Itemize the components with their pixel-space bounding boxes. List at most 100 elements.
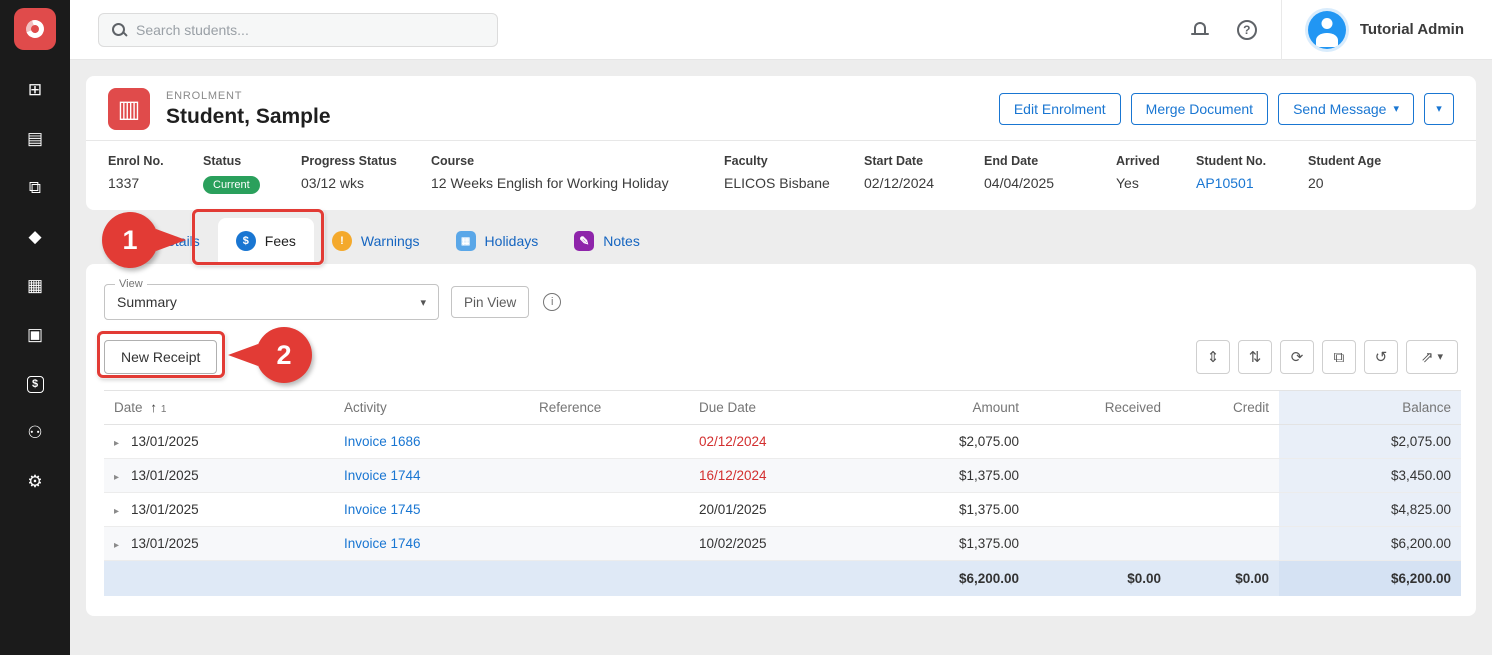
sidebar-item-documents[interactable]: ⧉ <box>0 178 70 198</box>
tab-details[interactable]: ≡ Details <box>110 218 218 264</box>
briefcase-icon: ▣ <box>27 325 43 345</box>
enrolment-actions: Edit Enrolment Merge Document Send Messa… <box>999 93 1454 125</box>
edit-enrolment-label: Edit Enrolment <box>1014 101 1106 117</box>
column-header-reference[interactable]: Reference <box>529 391 689 425</box>
column-header-credit[interactable]: Credit <box>1171 391 1279 425</box>
column-header-date[interactable]: Date ↑ 1 <box>104 391 334 425</box>
invoice-link[interactable]: Invoice 1746 <box>344 536 421 551</box>
merge-document-label: Merge Document <box>1146 101 1253 117</box>
new-receipt-button[interactable]: New Receipt <box>104 340 217 374</box>
table-header-row: Date ↑ 1 Activity Reference Due Date Amo… <box>104 391 1461 425</box>
cell-received <box>1029 493 1171 527</box>
pin-view-button[interactable]: Pin View <box>451 286 529 318</box>
app-logo-tile <box>14 8 56 50</box>
search-icon <box>111 22 127 38</box>
row-expander-icon[interactable]: ▸ <box>114 506 119 517</box>
sidebar-item-students[interactable]: ▤ <box>0 129 70 149</box>
field-value: 04/04/2025 <box>984 175 1116 191</box>
column-header-activity[interactable]: Activity <box>334 391 529 425</box>
tab-holidays[interactable]: ▦ Holidays <box>438 218 557 264</box>
page-title: Student, Sample <box>166 105 331 129</box>
search-box[interactable] <box>98 13 498 47</box>
cell-amount: $2,075.00 <box>859 425 1029 459</box>
column-header-balance[interactable]: Balance <box>1279 391 1461 425</box>
total-received: $0.00 <box>1029 561 1171 597</box>
view-select-value: Summary <box>117 294 420 310</box>
info-icon[interactable]: i <box>543 293 561 311</box>
app-logo[interactable] <box>0 0 70 58</box>
settings-icon: ⚙ <box>27 472 42 492</box>
view-row: View Summary ▾ Pin View i <box>104 284 1458 320</box>
user-name: Tutorial Admin <box>1360 21 1464 38</box>
invoice-link[interactable]: Invoice 1745 <box>344 502 421 517</box>
edit-enrolment-button[interactable]: Edit Enrolment <box>999 93 1121 125</box>
cell-received <box>1029 459 1171 493</box>
invoice-link[interactable]: Invoice 1744 <box>344 468 421 483</box>
expand-icon: ⇕ <box>1207 348 1220 366</box>
invoice-link[interactable]: Invoice 1686 <box>344 434 421 449</box>
cell-amount: $1,375.00 <box>859 459 1029 493</box>
duplicate-button[interactable]: ⧉ <box>1322 340 1356 374</box>
avatar <box>1308 11 1346 49</box>
more-actions-button[interactable]: ▾ <box>1424 93 1454 125</box>
user-menu[interactable]: Tutorial Admin <box>1282 11 1464 49</box>
history-button[interactable]: ↺ <box>1364 340 1398 374</box>
enrolment-tabs: ≡ Details $ Fees ! Warnings ▦ Holidays ✎… <box>110 218 1476 264</box>
view-select[interactable]: View Summary ▾ <box>104 284 439 320</box>
tab-notes[interactable]: ✎ Notes <box>556 218 658 264</box>
sidebar: ⊞ ▤ ⧉ ◆ ▦ ▣ $ ⚇ ⚙ <box>0 0 70 655</box>
cell-credit <box>1171 459 1279 493</box>
row-expander-icon[interactable]: ▸ <box>114 472 119 483</box>
field-label: Enrol No. <box>108 154 203 168</box>
graduation-cap-icon: ◆ <box>28 227 41 247</box>
merge-document-button[interactable]: Merge Document <box>1131 93 1268 125</box>
field-status: Status Current <box>203 154 301 194</box>
export-button[interactable]: ⇗▾ <box>1406 340 1458 374</box>
sidebar-item-finance[interactable]: $ <box>0 374 70 394</box>
column-header-received[interactable]: Received <box>1029 391 1171 425</box>
collapse-all-button[interactable]: ⇅ <box>1238 340 1272 374</box>
help-button[interactable]: ? <box>1237 20 1257 40</box>
sidebar-item-community[interactable]: ⚇ <box>0 423 70 443</box>
row-expander-icon[interactable]: ▸ <box>114 540 119 551</box>
field-progress-status: Progress Status 03/12 wks <box>301 154 431 194</box>
expand-all-button[interactable]: ⇕ <box>1196 340 1230 374</box>
fees-dollar-icon: $ <box>236 231 256 251</box>
enrolment-header-card: ▥ ENROLMENT Student, Sample Edit Enrolme… <box>86 76 1476 210</box>
totals-row: $6,200.00 $0.00 $0.00 $6,200.00 <box>104 561 1461 597</box>
totals-spacer <box>104 561 859 597</box>
students-icon: ▤ <box>27 129 43 149</box>
cell-reference <box>529 493 689 527</box>
tab-fees[interactable]: $ Fees <box>218 218 314 264</box>
send-message-button[interactable]: Send Message▾ <box>1278 93 1414 125</box>
cell-balance: $2,075.00 <box>1279 425 1461 459</box>
student-no-link[interactable]: AP10501 <box>1196 175 1254 191</box>
table-row: ▸13/01/2025 Invoice 1745 20/01/2025 $1,3… <box>104 493 1461 527</box>
refresh-button[interactable]: ⟳ <box>1280 340 1314 374</box>
column-header-due-date[interactable]: Due Date <box>689 391 859 425</box>
enrolment-icon-glyph: ▥ <box>118 95 141 124</box>
cell-received <box>1029 425 1171 459</box>
row-expander-icon[interactable]: ▸ <box>114 438 119 449</box>
field-value: 02/12/2024 <box>864 175 984 191</box>
sort-asc-icon: ↑ <box>150 400 157 415</box>
sidebar-item-dashboard[interactable]: ⊞ <box>0 80 70 100</box>
field-course: Course 12 Weeks English for Working Holi… <box>431 154 724 194</box>
cell-date: 13/01/2025 <box>131 468 199 483</box>
cell-date: 13/01/2025 <box>131 434 199 449</box>
field-value: Yes <box>1116 175 1196 191</box>
search-input[interactable] <box>136 22 485 38</box>
chevron-down-icon: ▾ <box>1436 104 1442 115</box>
tab-details-label: Details <box>157 233 200 249</box>
sidebar-item-staff[interactable]: ▣ <box>0 325 70 345</box>
field-faculty: Faculty ELICOS Bisbane <box>724 154 864 194</box>
sidebar-item-courses[interactable]: ◆ <box>0 227 70 247</box>
column-label: Date <box>114 400 143 415</box>
chevron-down-icon: ▾ <box>1393 104 1399 115</box>
app-logo-icon <box>23 17 47 41</box>
tab-warnings[interactable]: ! Warnings <box>314 218 438 264</box>
column-header-amount[interactable]: Amount <box>859 391 1029 425</box>
notifications-button[interactable] <box>1191 21 1209 38</box>
sidebar-item-settings[interactable]: ⚙ <box>0 472 70 492</box>
sidebar-item-reports[interactable]: ▦ <box>0 276 70 296</box>
